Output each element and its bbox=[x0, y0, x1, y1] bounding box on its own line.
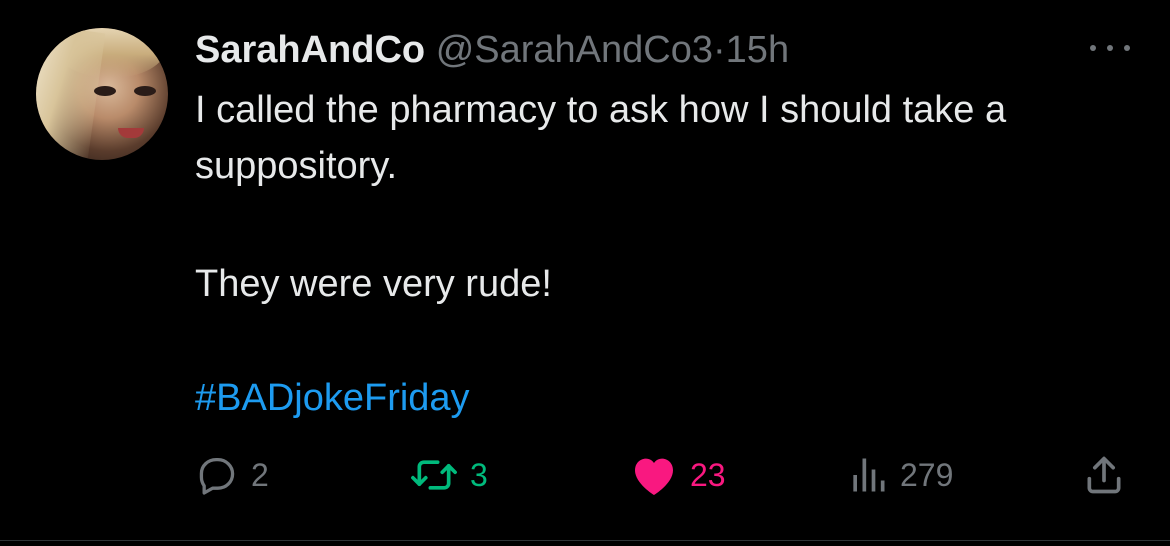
retweet-icon bbox=[411, 460, 457, 490]
divider bbox=[0, 540, 1170, 541]
reply-icon bbox=[199, 457, 235, 495]
author-name[interactable]: SarahAndCo bbox=[195, 29, 425, 71]
views-icon bbox=[853, 458, 885, 492]
reply-button[interactable]: 2 bbox=[195, 448, 269, 502]
avatar-hair-left bbox=[36, 28, 106, 160]
views-count: 279 bbox=[900, 456, 954, 493]
avatar-eye-right bbox=[134, 86, 156, 96]
action-bar: 2 3 23 279 bbox=[0, 448, 1170, 502]
views-button[interactable]: 279 bbox=[848, 448, 953, 502]
tweet-text-paragraph-2: They were very rude! bbox=[195, 263, 552, 305]
reply-count: 2 bbox=[251, 456, 269, 493]
separator-dot: · bbox=[713, 29, 726, 71]
avatar-eye-left bbox=[94, 86, 116, 96]
tweet-header: SarahAndCo @SarahAndCo3·15h bbox=[195, 26, 789, 74]
author-handle[interactable]: @SarahAndCo3 bbox=[436, 29, 713, 71]
avatar-mouth bbox=[118, 128, 144, 138]
avatar[interactable] bbox=[36, 28, 168, 160]
tweet-text: I called the pharmacy to ask how I shoul… bbox=[195, 82, 1145, 312]
hashtag-link[interactable]: #BADjokeFriday bbox=[195, 372, 470, 424]
tweet[interactable]: SarahAndCo @SarahAndCo3·15h I called the… bbox=[0, 0, 1170, 546]
like-button[interactable]: 23 bbox=[630, 448, 726, 502]
tweet-text-paragraph-1: I called the pharmacy to ask how I shoul… bbox=[195, 89, 1007, 187]
retweet-button[interactable]: 3 bbox=[410, 448, 488, 502]
share-button[interactable] bbox=[1082, 448, 1126, 502]
more-dot bbox=[1107, 45, 1113, 51]
like-count: 23 bbox=[690, 456, 726, 493]
heart-icon bbox=[635, 458, 673, 495]
more-icon[interactable] bbox=[1090, 38, 1130, 58]
more-dot bbox=[1090, 45, 1096, 51]
retweet-count: 3 bbox=[470, 456, 488, 493]
share-icon bbox=[1087, 456, 1121, 494]
timestamp[interactable]: 15h bbox=[726, 29, 789, 71]
more-dot bbox=[1124, 45, 1130, 51]
